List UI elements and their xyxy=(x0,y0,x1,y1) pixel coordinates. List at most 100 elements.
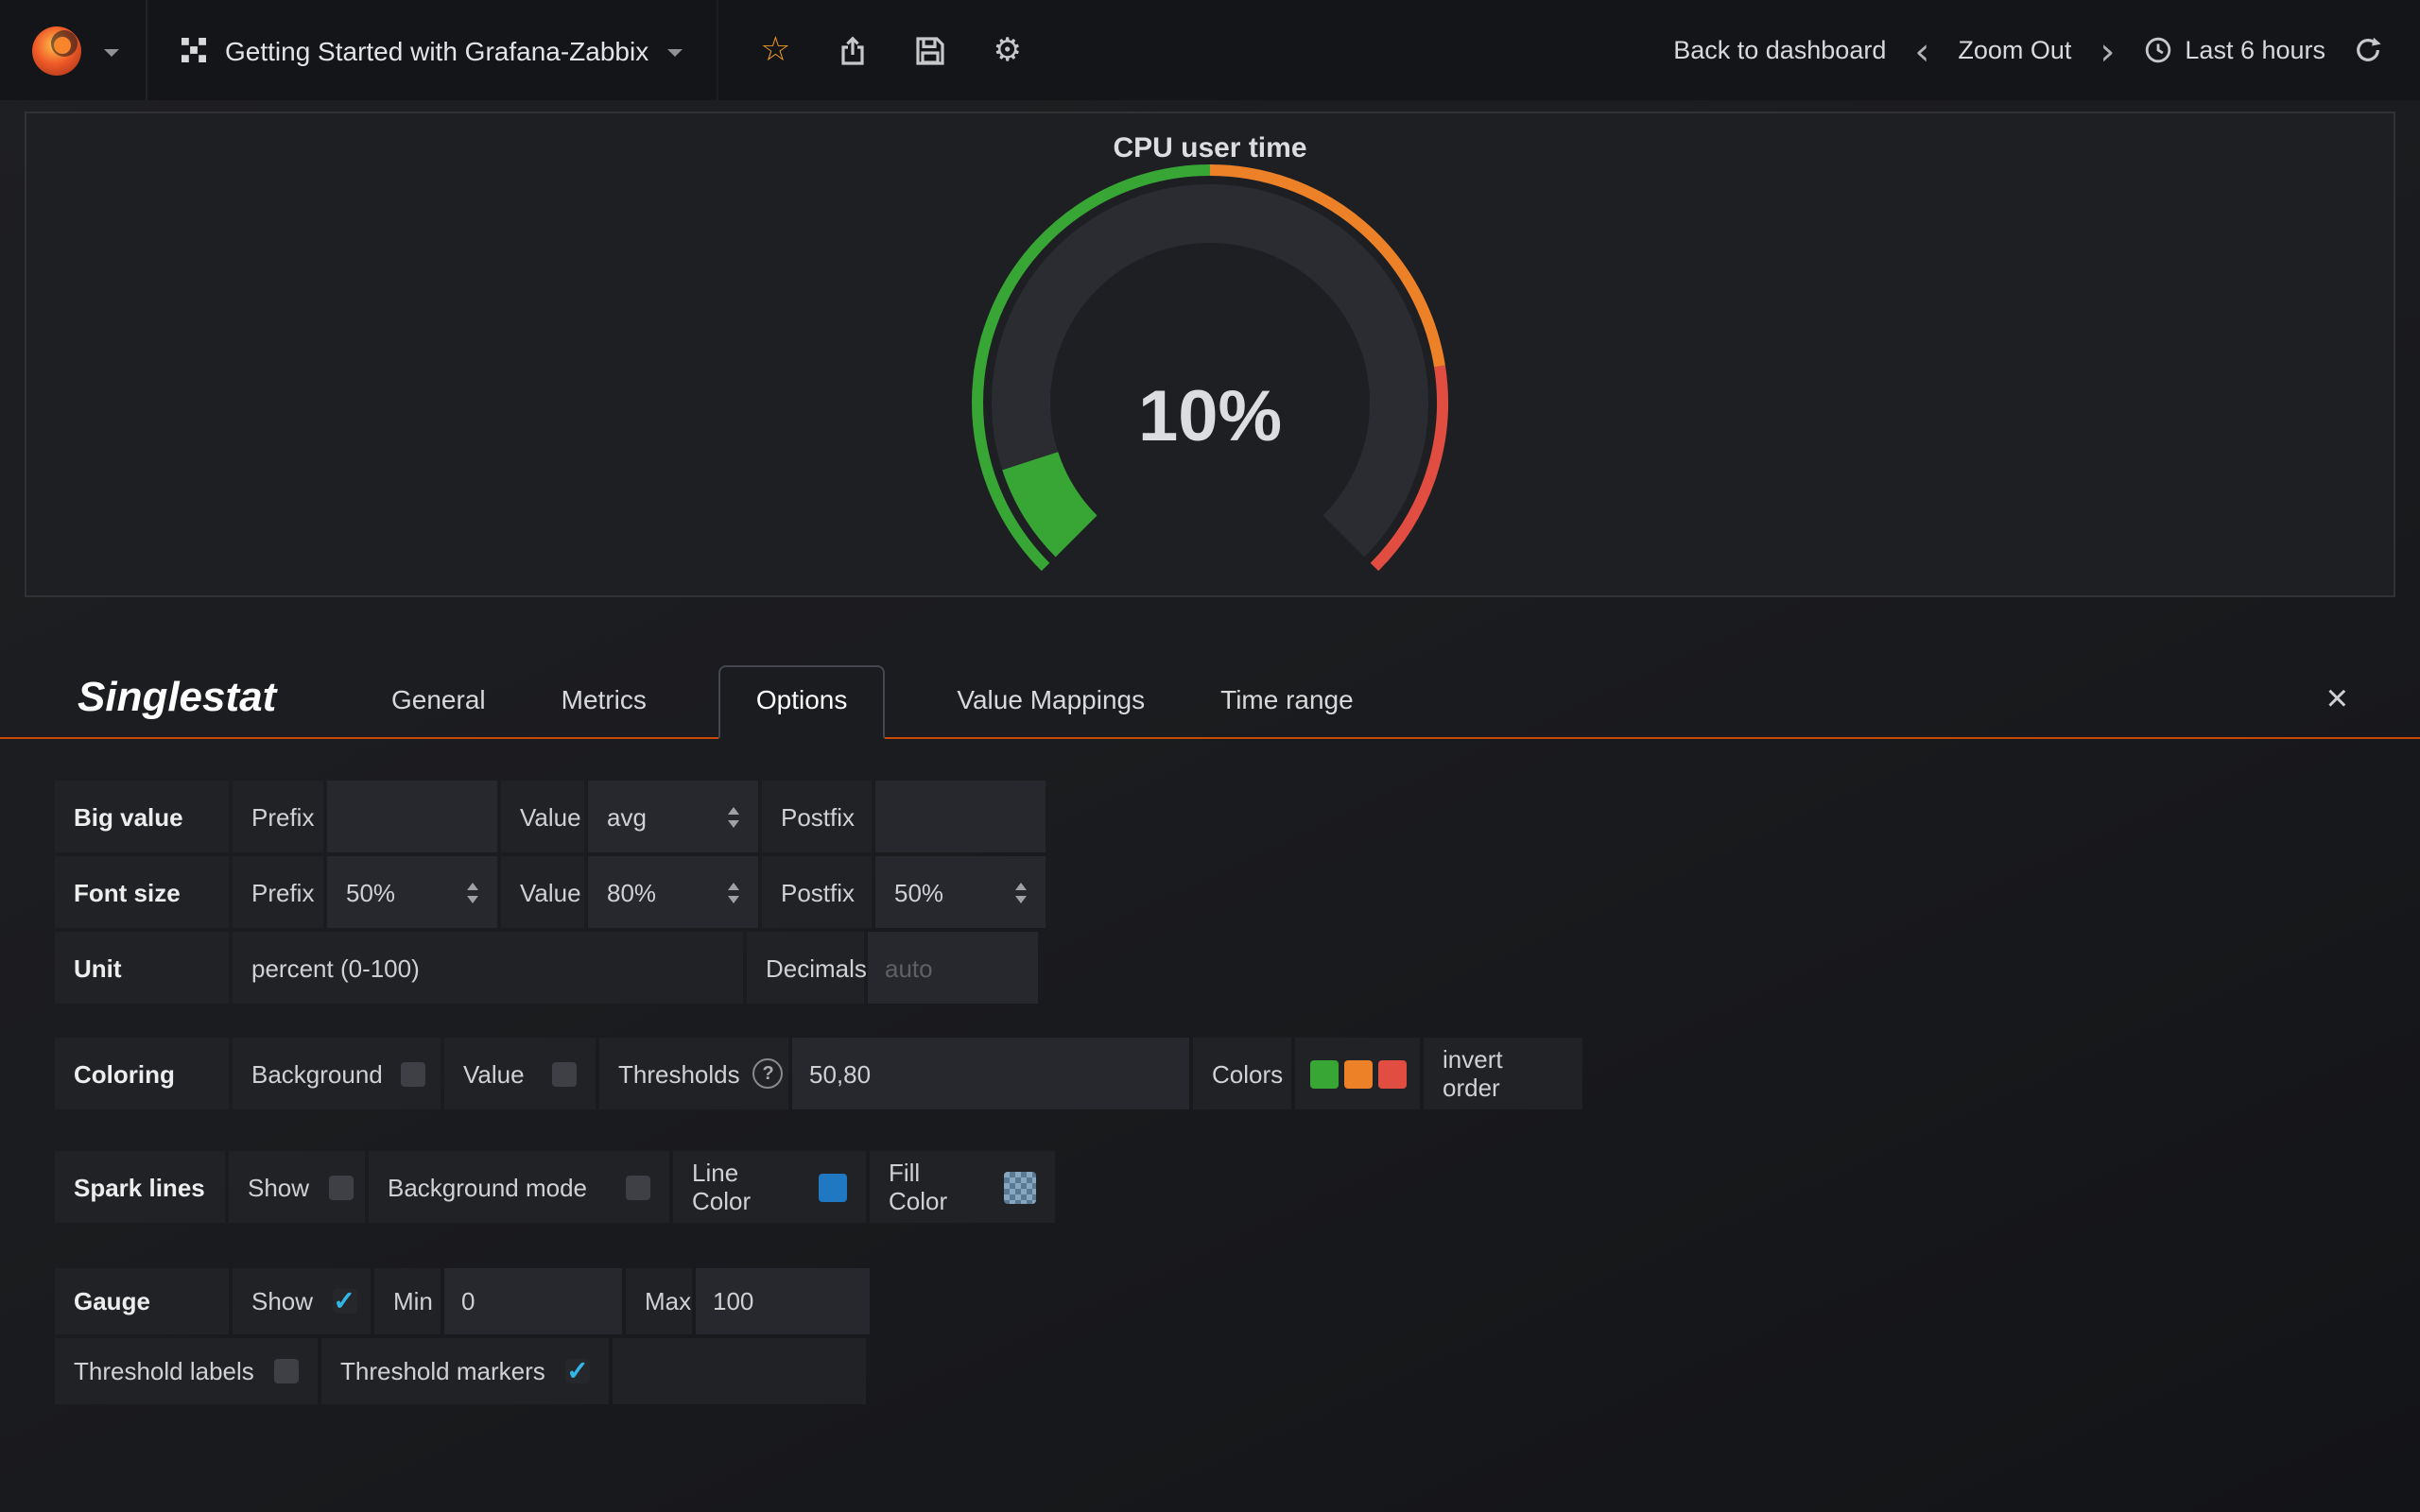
decimals-label: Decimals xyxy=(747,932,864,1004)
grafana-menu-button[interactable] xyxy=(0,0,147,100)
font-size-postfix-value: 50% xyxy=(894,878,943,906)
background-mode-label: Background mode xyxy=(388,1173,587,1201)
font-size-prefix-select[interactable]: 50% xyxy=(327,856,497,928)
spark-lines-label: Spark lines xyxy=(55,1151,225,1223)
tab-time-range[interactable]: Time range xyxy=(1217,667,1357,737)
time-range-label: Last 6 hours xyxy=(2185,36,2325,64)
thresholds-label: Thresholds xyxy=(618,1059,740,1088)
max-label: Max xyxy=(626,1268,692,1334)
toolbar: ☆ ⚙ xyxy=(718,0,1022,100)
spark-lines-group: Spark lines Show Background mode Line Co… xyxy=(55,1151,2420,1223)
dashboard-picker[interactable]: Getting Started with Grafana-Zabbix xyxy=(147,0,718,100)
dashboard-title: Getting Started with Grafana-Zabbix xyxy=(225,35,648,65)
navbar: Getting Started with Grafana-Zabbix ☆ ⚙ … xyxy=(0,0,2420,100)
star-icon[interactable]: ☆ xyxy=(760,30,790,70)
postfix-label: Postfix xyxy=(762,856,872,928)
background-mode-checkbox[interactable] xyxy=(626,1175,650,1199)
invert-order-button[interactable]: invert order xyxy=(1424,1038,1582,1109)
check-icon: ✓ xyxy=(566,1356,588,1383)
unit-label: Unit xyxy=(55,932,229,1004)
chevron-down-icon xyxy=(667,48,683,56)
gauge-show-toggle[interactable]: Show ✓ xyxy=(233,1268,371,1334)
fill-color-label: Fill Color xyxy=(889,1159,985,1215)
chevron-right-icon[interactable]: › xyxy=(2100,31,2115,69)
gauge-label: Gauge xyxy=(55,1268,229,1334)
green-color-swatch[interactable] xyxy=(1309,1059,1338,1088)
threshold-labels-checkbox[interactable] xyxy=(274,1359,299,1383)
threshold-labels-toggle[interactable]: Threshold labels xyxy=(55,1338,318,1404)
refresh-icon[interactable] xyxy=(2354,36,2382,64)
gauge-show-checkbox[interactable]: ✓ xyxy=(332,1289,356,1314)
font-size-value-select[interactable]: 80% xyxy=(588,856,758,928)
background-mode-toggle[interactable]: Background mode xyxy=(369,1151,669,1223)
fill-color-swatch[interactable] xyxy=(1004,1171,1036,1203)
big-value-postfix-input[interactable] xyxy=(875,781,1046,852)
gauge-value-arc xyxy=(1030,461,1077,537)
big-value-prefix-field xyxy=(327,781,497,852)
tab-value-mappings[interactable]: Value Mappings xyxy=(953,667,1149,737)
line-color-cell: Line Color xyxy=(673,1151,866,1223)
threshold-markers-checkbox[interactable]: ✓ xyxy=(565,1359,590,1383)
spinner-icon xyxy=(728,882,739,902)
fill-color-cell: Fill Color xyxy=(870,1151,1055,1223)
font-size-postfix-select[interactable]: 50% xyxy=(875,856,1046,928)
chevron-left-icon[interactable]: ‹ xyxy=(1914,31,1929,69)
orange-color-swatch[interactable] xyxy=(1343,1059,1372,1088)
value-checkbox[interactable] xyxy=(552,1061,577,1086)
coloring-value-toggle[interactable]: Value xyxy=(444,1038,596,1109)
value-label: Value xyxy=(501,781,584,852)
options-form: Big value Prefix Value avg Postfix xyxy=(0,739,2420,1404)
grafana-logo-icon xyxy=(26,20,87,80)
panel-type-title: Singlestat xyxy=(78,673,320,737)
empty-cell xyxy=(613,1338,866,1404)
back-to-dashboard-button[interactable]: Back to dashboard xyxy=(1673,36,1886,64)
gear-icon[interactable]: ⚙ xyxy=(994,31,1023,69)
font-size-row: Font size Prefix 50% Value 80% Postfix 5… xyxy=(55,856,2420,928)
tab-general[interactable]: General xyxy=(388,667,490,737)
big-value-label: Big value xyxy=(55,781,229,852)
time-range-picker[interactable]: Last 6 hours xyxy=(2143,36,2325,64)
min-label: Min xyxy=(374,1268,441,1334)
gauge-value-text: 10% xyxy=(1138,376,1282,456)
threshold-labels-label: Threshold labels xyxy=(74,1357,254,1385)
coloring-label: Coloring xyxy=(55,1038,229,1109)
big-value-stat-select[interactable]: avg xyxy=(588,781,758,852)
editor-tabs: General Metrics Options Value Mappings T… xyxy=(388,665,1357,737)
font-size-prefix-value: 50% xyxy=(346,878,395,906)
close-icon[interactable]: × xyxy=(2326,680,2420,737)
min-input[interactable] xyxy=(444,1268,622,1334)
max-field xyxy=(696,1268,870,1334)
coloring-background-toggle[interactable]: Background xyxy=(233,1038,441,1109)
line-color-swatch[interactable] xyxy=(819,1173,847,1201)
spark-lines-show-toggle[interactable]: Show xyxy=(229,1151,365,1223)
panel-title[interactable]: CPU user time xyxy=(1113,132,1306,164)
tab-metrics[interactable]: Metrics xyxy=(558,667,650,737)
colors-label: Colors xyxy=(1193,1038,1291,1109)
spark-show-checkbox[interactable] xyxy=(328,1175,353,1199)
navbar-right: Back to dashboard ‹ Zoom Out › Last 6 ho… xyxy=(1673,0,2420,100)
unit-picker[interactable]: percent (0-100) xyxy=(233,932,743,1004)
background-checkbox[interactable] xyxy=(402,1061,426,1086)
panel-editor: Singlestat General Metrics Options Value… xyxy=(0,650,2420,1404)
tab-options[interactable]: Options xyxy=(718,665,886,739)
unit-row: Unit percent (0-100) Decimals xyxy=(55,932,2420,1004)
gauge-ring xyxy=(1021,214,1399,536)
threshold-markers-toggle[interactable]: Threshold markers ✓ xyxy=(321,1338,609,1404)
show-label: Show xyxy=(251,1287,313,1315)
spark-lines-row: Spark lines Show Background mode Line Co… xyxy=(55,1151,2420,1223)
save-icon[interactable] xyxy=(916,35,946,65)
max-input[interactable] xyxy=(696,1268,870,1334)
spinner-icon xyxy=(728,806,739,827)
grafana-app: Getting Started with Grafana-Zabbix ☆ ⚙ … xyxy=(0,0,2420,1512)
red-color-swatch[interactable] xyxy=(1377,1059,1406,1088)
decimals-input[interactable] xyxy=(868,932,1038,1004)
spinner-icon xyxy=(1015,882,1027,902)
editor-header: Singlestat General Metrics Options Value… xyxy=(0,650,2420,739)
value-options-group: Big value Prefix Value avg Postfix xyxy=(55,781,2420,1004)
share-icon[interactable] xyxy=(838,35,869,65)
zoom-out-button[interactable]: Zoom Out xyxy=(1958,36,2071,64)
thresholds-input[interactable] xyxy=(792,1038,1189,1109)
help-icon[interactable]: ? xyxy=(753,1058,784,1089)
font-size-label: Font size xyxy=(55,856,229,928)
big-value-prefix-input[interactable] xyxy=(327,781,497,852)
